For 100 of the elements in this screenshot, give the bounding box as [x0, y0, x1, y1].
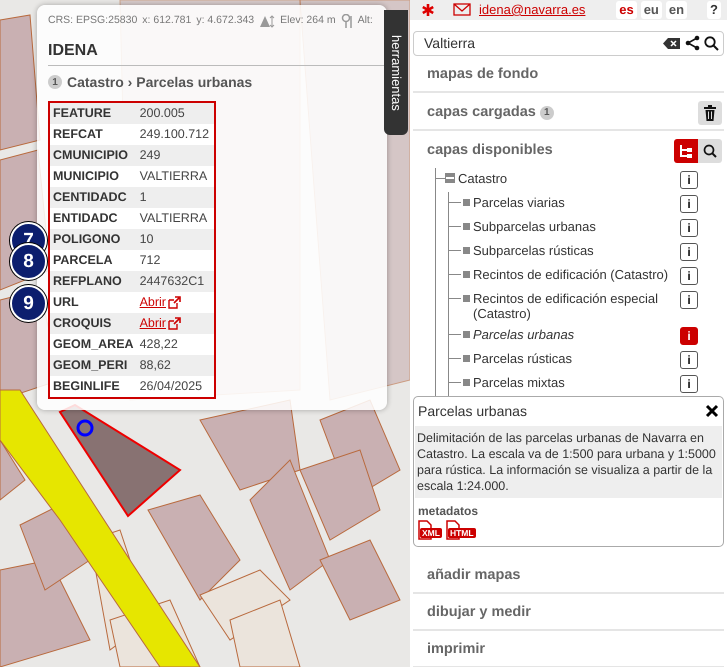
asterisk-icon — [421, 2, 435, 17]
bullet-icon — [463, 378, 470, 386]
attribute-name: REFPLANO — [53, 274, 122, 288]
elevation-icon — [259, 14, 276, 28]
attribute-value: VALTIERRA — [140, 168, 208, 183]
tree-view-button[interactable] — [674, 139, 698, 163]
close-icon — [705, 404, 719, 418]
email-link[interactable]: idena@navarra.es — [479, 0, 586, 20]
layer-name[interactable]: Parcelas rústicas — [473, 350, 572, 366]
attribute-value: 88,62 — [140, 358, 171, 372]
info-button[interactable]: i — [680, 170, 698, 188]
delete-button[interactable] — [698, 100, 722, 124]
layer-name[interactable]: Recintos de edificación (Catastro) — [473, 266, 668, 282]
layer-name[interactable]: Recintos de edificación especial (Catastro) — [473, 290, 680, 320]
elevation-reading: Elev: 264 m — [280, 13, 336, 28]
search-icon — [703, 144, 717, 158]
attribute-name: CMUNICIPIO — [53, 148, 128, 162]
y-coordinate: y: 4.672.343 — [196, 13, 254, 28]
bullet-icon — [463, 330, 470, 338]
attribute-value: 1 — [140, 190, 147, 204]
attribute-name: MUNICIPIO — [53, 168, 119, 183]
language-button[interactable]: es — [616, 0, 637, 19]
info-button[interactable]: i — [680, 326, 698, 344]
layer-description: Delimitación de las parcelas urbanas de Navarra en Catastro. La escala va de 1:500 para urbana y 1:5000 para rústica. La información se visualiza a partir de la escala 1:24.000. — [415, 426, 722, 498]
section-title[interactable]: añadir mapas — [427, 565, 520, 587]
language-button[interactable]: eu — [640, 0, 662, 19]
x-coordinate: x: 612.781 — [142, 13, 192, 28]
attribute-value: 249.100.712 — [140, 126, 210, 141]
collapse-toggle[interactable] — [445, 172, 455, 182]
attribute-name: REFCAT — [53, 126, 103, 141]
info-button[interactable]: i — [680, 218, 698, 236]
metadata-link[interactable]: HTML — [446, 520, 476, 540]
info-button[interactable]: i — [680, 194, 698, 212]
attribute-name: CENTIDADC — [53, 190, 127, 204]
bullet-icon — [463, 354, 470, 362]
language-button[interactable]: en — [666, 0, 688, 19]
help-button[interactable]: ? — [707, 0, 721, 19]
attribute-value: VALTIERRA — [140, 210, 208, 225]
attribute-name: GEOM_AREA — [53, 336, 134, 351]
metadata-label: metadatos — [418, 502, 480, 520]
altitude-icon — [340, 14, 353, 28]
info-button[interactable]: i — [680, 350, 698, 368]
open-link[interactable]: Abrir — [140, 294, 181, 310]
tools-tab[interactable]: herramientas — [384, 10, 408, 135]
attribute-value: 249 — [140, 148, 160, 162]
attribute-value: 26/04/2025 — [140, 378, 202, 393]
section-title[interactable]: capas disponibles — [427, 140, 553, 162]
info-button[interactable]: i — [680, 290, 698, 308]
clear-icon[interactable] — [663, 36, 681, 50]
attribute-value: 10 — [140, 232, 154, 246]
minus-icon — [446, 176, 454, 178]
layer-name[interactable]: Parcelas viarias — [473, 194, 565, 210]
number-marker: 8 — [10, 242, 47, 280]
attribute-value: 200.005 — [140, 106, 185, 120]
attribute-name: GEOM_PERI — [53, 358, 128, 372]
info-button[interactable]: i — [680, 266, 698, 284]
layer-name[interactable]: Subparcelas rústicas — [473, 242, 594, 258]
attribute-name: FEATURE — [53, 106, 112, 120]
count-badge: 1 — [540, 106, 554, 120]
attribute-name: ENTIDADC — [53, 210, 118, 225]
bullet-icon — [463, 246, 470, 254]
attribute-name: POLIGONO — [53, 232, 120, 246]
search-icon[interactable] — [704, 36, 719, 50]
section-title[interactable]: mapas de fondo — [427, 64, 538, 86]
section-title[interactable]: imprimir — [427, 639, 486, 661]
mail-icon — [453, 2, 471, 18]
popover-title: Parcelas urbanas — [418, 402, 527, 421]
external-link-icon — [168, 296, 181, 309]
attribute-value: 2447632C1 — [140, 274, 204, 288]
layer-name[interactable]: Catastro — [458, 170, 508, 186]
metadata-link[interactable]: XML — [418, 520, 442, 540]
layer-name[interactable]: Subparcelas urbanas — [473, 218, 596, 234]
search-button[interactable] — [698, 139, 722, 163]
attribute-value: 712 — [140, 252, 160, 267]
attribute-name: PARCELA — [53, 252, 112, 267]
open-link[interactable]: Abrir — [140, 316, 181, 331]
section-title[interactable]: capas cargadas — [427, 102, 536, 124]
trash-icon — [703, 104, 717, 120]
attribute-name: URL — [53, 294, 79, 309]
info-button[interactable]: i — [680, 374, 698, 392]
share-icon[interactable] — [685, 35, 700, 51]
bullet-icon — [463, 294, 470, 302]
number-marker: 9 — [10, 284, 47, 322]
altitude-reading: Alt: — [358, 13, 373, 28]
info-button[interactable]: i — [680, 242, 698, 260]
bullet-icon — [463, 270, 470, 278]
attribute-value: 428,22 — [140, 336, 178, 351]
attribute-name: BEGINLIFE — [53, 378, 120, 393]
layer-name[interactable]: Parcelas mixtas — [473, 374, 565, 390]
count-badge: 1 — [48, 75, 62, 90]
layer-name[interactable]: Parcelas urbanas — [473, 326, 574, 342]
breadcrumb: Catastro › Parcelas urbanas — [67, 72, 252, 92]
bullet-icon — [463, 222, 470, 230]
bullet-icon — [463, 198, 470, 206]
external-link-icon — [168, 316, 181, 330]
search-bar[interactable]: Valtierra — [413, 30, 724, 56]
attribute-name: CROQUIS — [53, 316, 112, 330]
tree-icon — [679, 144, 693, 158]
crs-label: CRS: EPSG:25830 — [48, 13, 138, 28]
section-title[interactable]: dibujar y medir — [427, 602, 531, 624]
